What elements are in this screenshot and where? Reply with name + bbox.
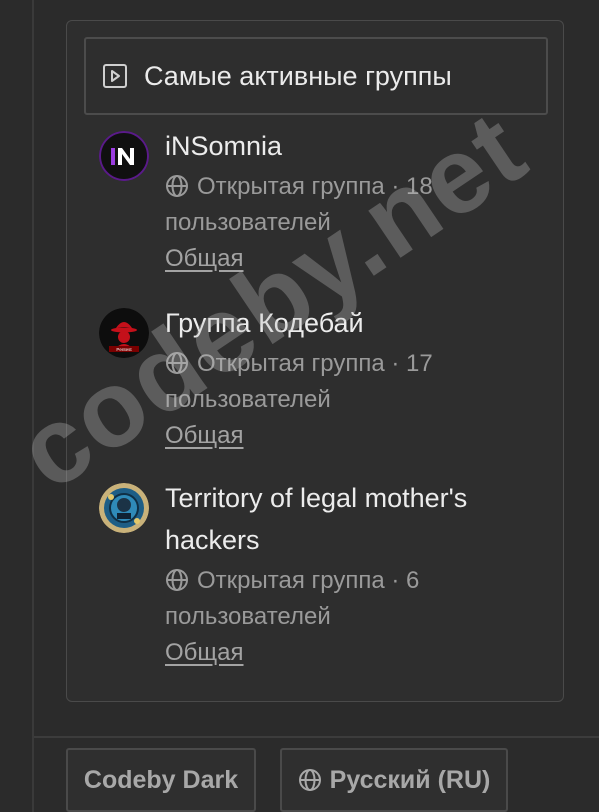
globe-icon — [166, 569, 188, 591]
active-groups-widget: Самые активные группы iNSomnia Открытая … — [66, 20, 564, 702]
group-category-link[interactable]: Общая — [165, 241, 244, 277]
group-name-link[interactable]: iNSomnia — [165, 125, 545, 167]
page: Самые активные группы iNSomnia Открытая … — [0, 0, 599, 812]
group-avatar-insomnia[interactable] — [99, 131, 149, 181]
language-label: Русский (RU) — [329, 765, 491, 794]
globe-icon — [298, 769, 321, 791]
theme-label: Codeby Dark — [83, 765, 239, 794]
group-meta-text: Открытая группа · 17 пользователей — [165, 350, 433, 413]
group-meta-text: Открытая группа · 6 пользователей — [165, 567, 420, 630]
widget-header: Самые активные группы — [84, 37, 548, 115]
left-divider — [32, 0, 34, 812]
group-avatar-codeby[interactable]: Pentest — [99, 308, 149, 358]
group-meta: Открытая группа · 6 пользователей — [165, 563, 545, 635]
group-category-link[interactable]: Общая — [165, 418, 244, 454]
widget-title: Самые активные группы — [144, 60, 452, 91]
group-meta-text: Открытая группа · 18 пользователей — [165, 173, 433, 236]
avatar-caption: Pentest — [116, 347, 132, 352]
footer-divider — [34, 736, 599, 738]
group-name-link[interactable]: Группа Кодебай — [165, 302, 545, 344]
language-chooser-button[interactable]: Русский (RU) — [280, 748, 508, 812]
theme-chooser-button[interactable]: Codeby Dark — [66, 748, 256, 812]
group-meta: Открытая группа · 18 пользователей — [165, 169, 545, 241]
globe-icon — [166, 352, 188, 374]
group-meta: Открытая группа · 17 пользователей — [165, 346, 545, 418]
group-category-link[interactable]: Общая — [165, 635, 244, 671]
group-avatar-territory[interactable] — [99, 483, 149, 533]
group-name-link[interactable]: Territory of legal mother's hackers — [165, 477, 545, 561]
play-square-icon — [102, 63, 128, 89]
globe-icon — [166, 175, 188, 197]
